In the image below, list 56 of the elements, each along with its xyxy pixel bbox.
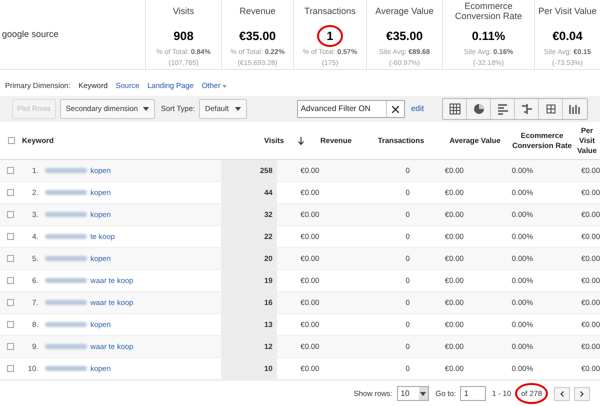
metric-title: Transactions <box>304 4 356 18</box>
pie-chart-icon <box>472 102 486 116</box>
go-to-field[interactable]: 1 <box>460 386 486 401</box>
blurred-text <box>45 278 88 283</box>
segment-label: google source <box>2 28 59 41</box>
metric-value: €35.00 <box>386 28 423 45</box>
blurred-text <box>45 212 88 217</box>
rows-select[interactable]: 10 <box>396 386 429 401</box>
row-checkbox[interactable] <box>7 211 14 218</box>
next-page-button[interactable] <box>574 386 590 400</box>
columns-icon <box>568 102 582 116</box>
metric-title: Per Visit Value <box>538 4 597 18</box>
row-checkbox[interactable] <box>7 321 14 328</box>
row-checkbox[interactable] <box>7 277 14 284</box>
metric-value: 0.11% <box>472 28 506 45</box>
grid-icon <box>544 102 558 116</box>
metric-value: 908 <box>173 28 194 45</box>
sort-arrow-icon[interactable] <box>298 136 304 144</box>
metric-title: Ecommerce Conversion Rate <box>454 0 524 21</box>
filter-value: Advanced Filter ON <box>300 103 372 115</box>
edit-link[interactable]: edit <box>411 103 424 115</box>
table-icon <box>448 102 462 116</box>
chevron-right-icon <box>580 390 584 396</box>
close-icon[interactable] <box>392 106 400 112</box>
chevron-left-icon <box>560 390 564 396</box>
blurred-text <box>45 344 88 349</box>
row-checkbox[interactable] <box>7 167 14 174</box>
row-checkbox[interactable] <box>7 299 14 306</box>
blurred-text <box>45 256 88 261</box>
metric-value: 1 <box>326 28 334 45</box>
blurred-text <box>45 234 88 239</box>
select-all-checkbox[interactable] <box>8 137 14 144</box>
metric-title: Average Value <box>375 4 434 18</box>
blurred-text <box>45 190 88 195</box>
metric-value: €35.00 <box>239 28 276 45</box>
bar-chart-icon <box>496 102 510 116</box>
row-checkbox[interactable] <box>7 233 14 240</box>
metric-title: Revenue <box>239 4 276 18</box>
branch-icon <box>520 102 534 116</box>
row-checkbox[interactable] <box>7 343 14 350</box>
row-checkbox[interactable] <box>7 255 14 262</box>
metric-value: €0.04 <box>552 28 583 45</box>
row-checkbox[interactable] <box>7 365 14 372</box>
previous-page-button[interactable] <box>554 386 570 400</box>
row-checkbox[interactable] <box>7 189 14 196</box>
filter-field[interactable]: Advanced Filter ON <box>296 100 406 118</box>
blurred-text <box>45 300 88 305</box>
view-button[interactable] <box>443 99 467 119</box>
blurred-text <box>45 168 88 173</box>
caret-icon <box>234 107 241 111</box>
caret-icon <box>142 107 149 111</box>
blurred-text <box>45 366 88 371</box>
caret-icon <box>420 392 426 396</box>
metric-title: Visits <box>172 4 194 18</box>
caret-icon <box>222 84 228 88</box>
blurred-text <box>45 322 88 327</box>
